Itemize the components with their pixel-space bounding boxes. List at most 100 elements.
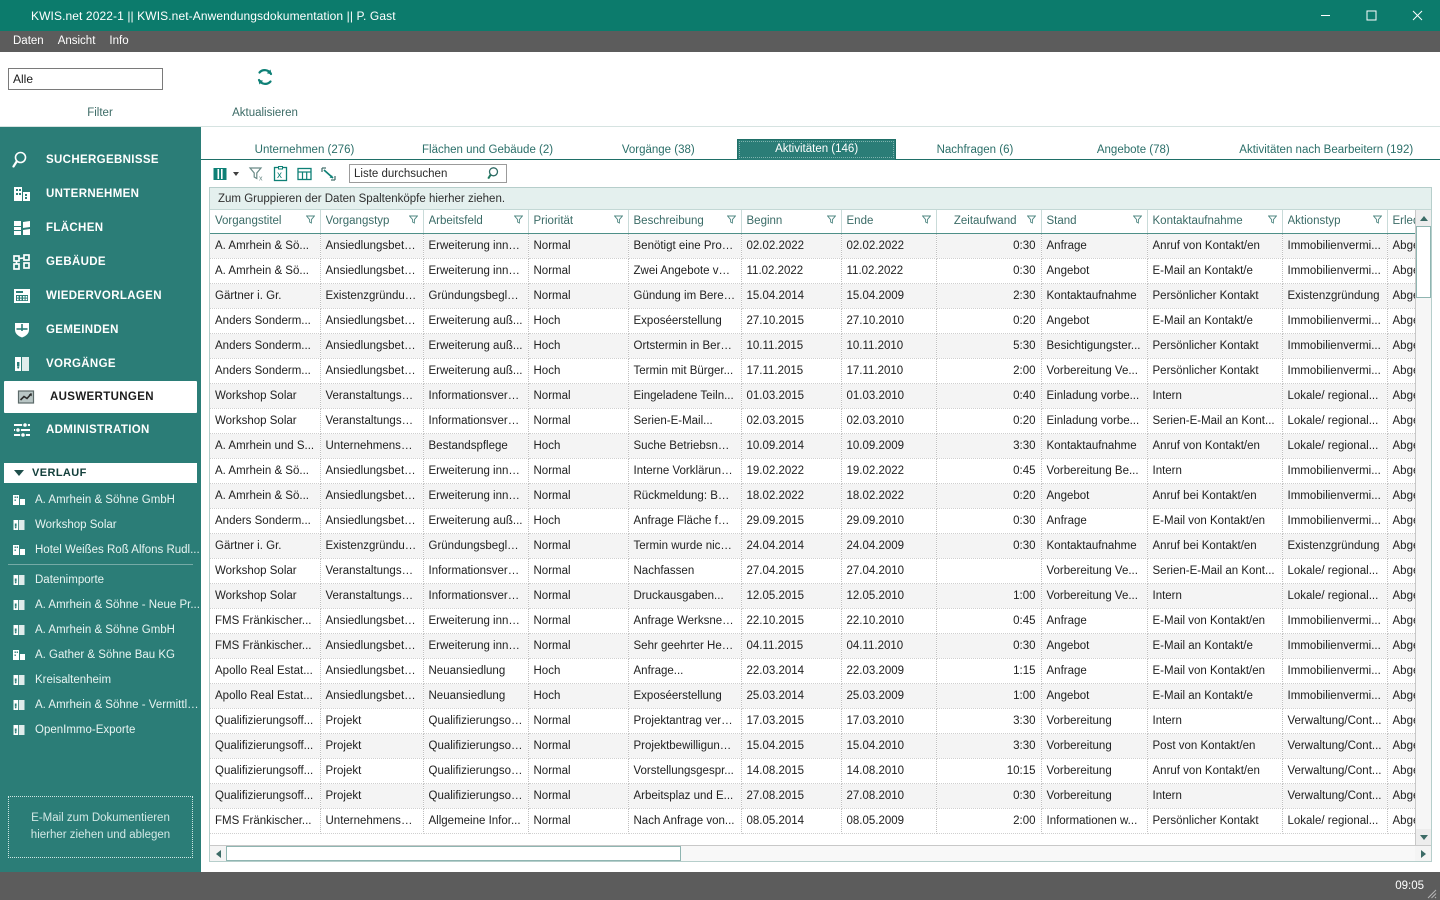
column-header-erledigt[interactable]: Erledigt xyxy=(1387,210,1415,234)
chevron-down-icon[interactable] xyxy=(233,171,239,176)
tab-angebote[interactable]: Angebote (78) xyxy=(1054,140,1212,160)
sidebar-item-administration[interactable]: ADMINISTRATION xyxy=(0,413,201,447)
table-row[interactable]: A. Amrhein & Sö... Ansiedlungsbetre... Erw… xyxy=(210,258,1415,284)
column-header-arbeitsfeld[interactable]: Arbeitsfeld xyxy=(423,210,529,234)
filter-icon[interactable] xyxy=(1263,215,1277,227)
minimize-button[interactable] xyxy=(1302,0,1348,31)
list-search-box[interactable] xyxy=(349,164,512,186)
history-header[interactable]: VERLAUF xyxy=(4,463,197,483)
horizontal-scroll-thumb[interactable] xyxy=(226,846,681,861)
table-row[interactable]: FMS Fränkischer... Unternehmensbe... Allge… xyxy=(210,808,1415,834)
menu-item-ansicht[interactable]: Ansicht xyxy=(51,31,103,52)
resize-grip-icon[interactable] xyxy=(1425,886,1437,899)
history-item[interactable]: Workshop Solar xyxy=(0,512,201,537)
filter-icon[interactable] xyxy=(404,215,418,227)
table-row[interactable]: Anders Sonderm... Ansiedlungsbetre... Erwe… xyxy=(210,358,1415,384)
vertical-scroll-track[interactable] xyxy=(1416,226,1431,829)
column-header-beginn[interactable]: Beginn xyxy=(741,210,842,234)
close-button[interactable] xyxy=(1394,0,1440,31)
filter-icon[interactable] xyxy=(1022,215,1036,227)
history-item[interactable]: Hotel Weißes Roß Alfons Rudl... xyxy=(0,537,201,562)
sidebar-item-wiedervorlagen[interactable]: WIEDERVORLAGEN xyxy=(0,279,201,313)
table-row[interactable]: Gärtner i. Gr. Existenzgründun... Gründung… xyxy=(210,283,1415,309)
table-row[interactable]: Anders Sonderm... Ansiedlungsbetre... Erwe… xyxy=(210,508,1415,534)
menu-item-info[interactable]: Info xyxy=(102,31,135,52)
sidebar-item-suchergebnisse[interactable]: SUCHERGEBNISSE xyxy=(0,143,201,177)
ribbon-group-refresh[interactable]: Aktualisieren xyxy=(200,52,330,127)
history-item[interactable]: A. Amrhein & Söhne - Vermittlu... xyxy=(0,692,201,717)
history-item[interactable]: A. Amrhein & Söhne - Neue Pr... xyxy=(0,592,201,617)
menu-item-daten[interactable]: Daten xyxy=(6,31,51,52)
tab-nachfragen[interactable]: Nachfragen (6) xyxy=(896,140,1054,160)
history-item[interactable]: A. Amrhein & Söhne GmbH xyxy=(0,487,201,512)
table-row[interactable]: FMS Fränkischer... Ansiedlungsbetre... Erw… xyxy=(210,608,1415,634)
sidebar-item-gemeinden[interactable]: GEMEINDEN xyxy=(0,313,201,347)
tab-aktivitaeten[interactable]: Aktivitäten (146) xyxy=(737,139,896,160)
table-row[interactable]: FMS Fränkischer... Ansiedlungsbetre... Erw… xyxy=(210,633,1415,659)
column-header-vorgangstyp[interactable]: Vorgangstyp xyxy=(320,210,424,234)
filter-icon[interactable] xyxy=(1128,215,1142,227)
table-row[interactable]: Qualifizierungsoff... Projekt Qualifizieru… xyxy=(210,758,1415,784)
table-row[interactable]: A. Amrhein & Sö... Ansiedlungsbetre... Erw… xyxy=(210,458,1415,484)
sidebar-item-unternehmen[interactable]: UNTERNEHMEN xyxy=(0,177,201,211)
expand-button[interactable] xyxy=(317,163,339,185)
filter-icon[interactable] xyxy=(609,215,623,227)
tab-aktivitaeten-nach-bearbeitern[interactable]: Aktivitäten nach Bearbeitern (192) xyxy=(1212,140,1440,160)
table-row[interactable]: Apollo Real Estat... Ansiedlungsbetre... N… xyxy=(210,658,1415,684)
column-header-kontaktaufnahme[interactable]: Kontaktaufnahme xyxy=(1147,210,1283,234)
tab-flaechen-und-gebaeude[interactable]: Flächen und Gebäude (2) xyxy=(396,140,579,160)
table-row[interactable]: Anders Sonderm... Ansiedlungsbetre... Erwe… xyxy=(210,333,1415,359)
email-dropzone[interactable]: E-Mail zum Dokumentieren hierher ziehen … xyxy=(8,796,193,858)
scroll-left-button[interactable] xyxy=(210,846,226,861)
column-header-ende[interactable]: Ende xyxy=(841,210,937,234)
history-item[interactable]: Kreisaltenheim xyxy=(0,667,201,692)
filter-icon[interactable] xyxy=(722,215,736,227)
sidebar-item-auswertungen[interactable]: AUSWERTUNGEN xyxy=(4,381,197,413)
column-header-stand[interactable]: Stand xyxy=(1041,210,1148,234)
maximize-button[interactable] xyxy=(1348,0,1394,31)
table-row[interactable]: Workshop Solar Veranstaltungsor... Informa… xyxy=(210,583,1415,609)
table-row[interactable]: Apollo Real Estat... Ansiedlungsbetre... N… xyxy=(210,683,1415,709)
scroll-right-button[interactable] xyxy=(1415,846,1431,861)
table-row[interactable]: Qualifizierungsoff... Projekt Qualifizieru… xyxy=(210,708,1415,734)
filter-icon[interactable] xyxy=(1368,215,1382,227)
horizontal-scrollbar[interactable] xyxy=(210,845,1431,861)
history-item[interactable]: A. Amrhein & Söhne GmbH xyxy=(0,617,201,642)
table-row[interactable]: Qualifizierungsoff... Projekt Qualifizieru… xyxy=(210,733,1415,759)
sidebar-item-flaechen[interactable]: FLÄCHEN xyxy=(0,211,201,245)
history-item[interactable]: A. Gather & Söhne Bau KG xyxy=(0,642,201,667)
search-icon[interactable] xyxy=(487,166,502,186)
clear-filter-button[interactable]: x xyxy=(245,163,267,185)
table-layout-button[interactable] xyxy=(293,163,315,185)
history-item[interactable]: Datenimporte xyxy=(0,567,201,592)
refresh-icon[interactable] xyxy=(248,60,282,94)
tab-vorgaenge[interactable]: Vorgänge (38) xyxy=(579,140,737,160)
table-row[interactable]: A. Amrhein und S... Unternehmensbe... Best… xyxy=(210,433,1415,459)
filter-icon[interactable] xyxy=(509,215,523,227)
column-header-vorgangstitel[interactable]: Vorgangstitel xyxy=(210,210,321,234)
table-row[interactable]: Gärtner i. Gr. Existenzgründun... Gründung… xyxy=(210,533,1415,559)
sidebar-item-vorgaenge[interactable]: VORGÄNGE xyxy=(0,347,201,381)
column-header-aktionstyp[interactable]: Aktionstyp xyxy=(1282,210,1388,234)
horizontal-scroll-track[interactable] xyxy=(226,846,1415,861)
group-panel[interactable]: Zum Gruppieren der Daten Spaltenköpfe hi… xyxy=(210,188,1431,210)
table-row[interactable]: Workshop Solar Veranstaltungsor... Informa… xyxy=(210,408,1415,434)
sidebar-item-gebaeude[interactable]: GEBÄUDE xyxy=(0,245,201,279)
history-item[interactable]: OpenImmo-Exporte xyxy=(0,717,201,742)
table-row[interactable]: A. Amrhein & Sö... Ansiedlungsbetre... Erw… xyxy=(210,233,1415,259)
column-chooser-button[interactable] xyxy=(209,163,231,185)
table-row[interactable]: A. Amrhein & Sö... Ansiedlungsbetre... Erw… xyxy=(210,483,1415,509)
table-row[interactable]: Workshop Solar Veranstaltungsor... Informa… xyxy=(210,558,1415,584)
column-header-zeitaufwand[interactable]: Zeitaufwand xyxy=(936,210,1042,234)
table-row[interactable]: Qualifizierungsoff... Projekt Qualifizieru… xyxy=(210,783,1415,809)
filter-icon[interactable] xyxy=(822,215,836,227)
table-row[interactable]: Workshop Solar Veranstaltungsor... Informa… xyxy=(210,383,1415,409)
vertical-scrollbar[interactable] xyxy=(1415,210,1431,845)
excel-export-button[interactable]: x xyxy=(269,163,291,185)
scroll-down-button[interactable] xyxy=(1416,829,1431,845)
filter-input[interactable] xyxy=(8,68,163,90)
table-row[interactable]: Anders Sonderm... Ansiedlungsbetre... Erwe… xyxy=(210,308,1415,334)
filter-icon[interactable] xyxy=(917,215,931,227)
tab-unternehmen[interactable]: Unternehmen (276) xyxy=(213,140,396,160)
column-header-beschreibung[interactable]: Beschreibung xyxy=(628,210,742,234)
